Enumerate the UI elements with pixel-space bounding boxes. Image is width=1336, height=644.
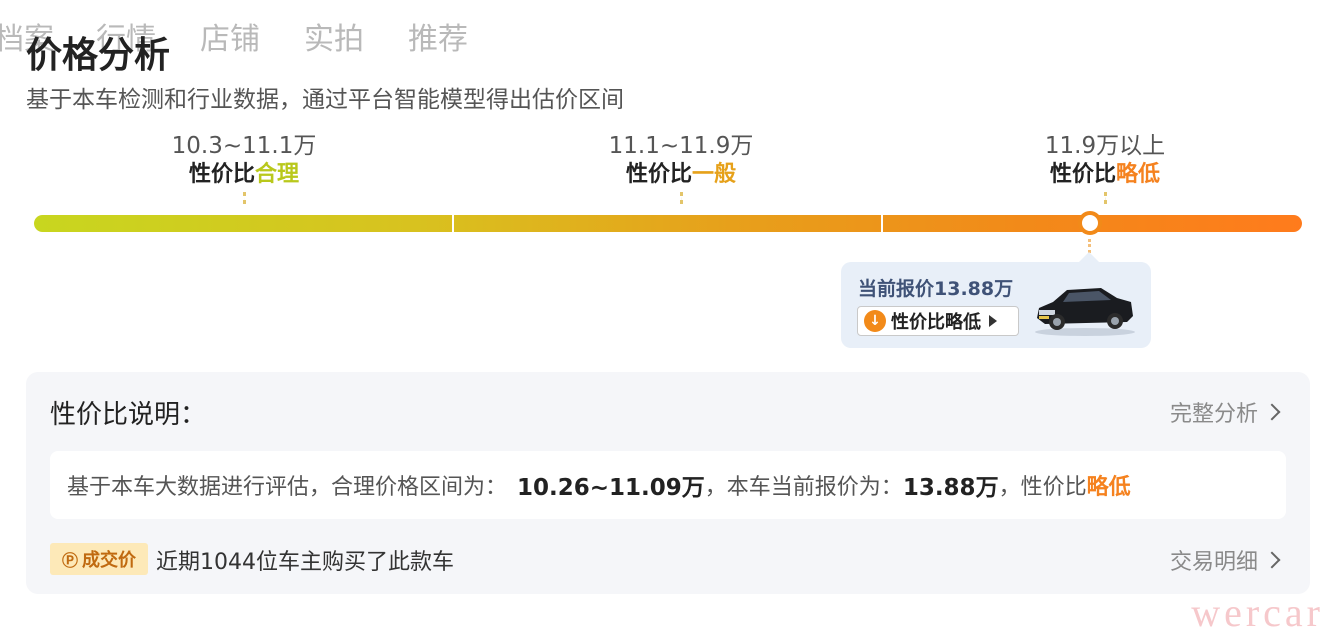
segment-tag-prefix: 性价比 — [625, 162, 692, 187]
chevron-right-icon — [1263, 551, 1281, 569]
segment-label-fair: 10.3~11.1万 性价比合理 — [94, 132, 394, 204]
segment-tag-value: 一般 — [692, 162, 737, 187]
segment-tag: 性价比略低 — [955, 160, 1255, 190]
page-subtitle: 基于本车检测和行业数据，通过平台智能模型得出估价区间 — [26, 87, 624, 113]
full-analysis-link[interactable]: 完整分析 — [1169, 396, 1281, 428]
transaction-details-label: 交易明细 — [1169, 550, 1258, 575]
deal-badge-icon: Ⓟ — [61, 551, 78, 570]
car-thumbnail — [1035, 288, 1135, 336]
chevron-right-icon — [1263, 403, 1281, 421]
tab-photos[interactable]: 实拍 — [304, 14, 364, 58]
segment-range: 10.3~11.1万 — [171, 133, 317, 159]
value-verdict: 略低 — [1086, 475, 1131, 500]
segment-range: 11.9万以上 — [1044, 133, 1166, 159]
evaluation-card: 基于本车大数据进行评估，合理价格区间为： 10.26~11.09万 ，本车当前报… — [50, 451, 1286, 519]
segment-label-low: 11.9万以上 性价比略低 — [955, 132, 1255, 204]
evaluation-prefix: 基于本车大数据进行评估，合理价格区间为： — [67, 475, 508, 500]
watermark: wercar — [1191, 590, 1324, 635]
value-explanation-panel: 性价比说明： 完整分析 基于本车大数据进行评估，合理价格区间为： 10.26~1… — [26, 372, 1310, 594]
transaction-details-link[interactable]: 交易明细 — [1169, 544, 1281, 576]
evaluation-suffix: ，性价比 — [998, 475, 1087, 500]
evaluation-mid: ，本车当前报价为： — [704, 475, 903, 500]
segment-tag-value: 合理 — [255, 162, 300, 187]
current-price-marker — [1078, 211, 1102, 235]
tab-recommend[interactable]: 推荐 — [408, 14, 468, 58]
segment-dots — [679, 192, 683, 204]
play-triangle-icon — [989, 315, 997, 327]
segment-tag-value: 略低 — [1116, 162, 1161, 187]
segment-dots — [1103, 192, 1107, 204]
panel-title: 性价比说明： — [50, 400, 207, 430]
tab-store[interactable]: 店铺 — [200, 14, 260, 58]
marker-stem — [1088, 239, 1091, 253]
arrow-down-icon: ↓ — [864, 310, 886, 332]
segment-tag: 性价比合理 — [94, 160, 394, 190]
current-price-text: 当前报价13.88万 — [858, 278, 1014, 300]
segment-tag-prefix: 性价比 — [1049, 162, 1116, 187]
segment-tag: 性价比一般 — [531, 160, 831, 190]
current-price-callout: 当前报价13.88万 ↓ 性价比略低 — [841, 252, 1151, 348]
segment-label-average: 11.1~11.9万 性价比一般 — [531, 132, 831, 204]
current-price-value: 13.88万 — [902, 475, 999, 501]
deal-badge-label: 成交价 — [82, 550, 136, 571]
fair-price-range: 10.26~11.09万 — [517, 475, 705, 501]
full-analysis-label: 完整分析 — [1169, 402, 1258, 427]
deal-count-text: 近期1044位车主购买了此款车 — [156, 550, 454, 575]
segment-divider — [452, 215, 454, 232]
segment-dots — [242, 192, 246, 204]
page-title: 价格分析 — [26, 35, 171, 76]
segment-divider — [881, 215, 883, 232]
deal-price-badge: Ⓟ 成交价 — [50, 543, 148, 575]
price-range-bar — [34, 215, 1302, 232]
value-rating-label: 性价比略低 — [891, 312, 981, 333]
segment-range: 11.1~11.9万 — [608, 133, 754, 159]
segment-tag-prefix: 性价比 — [188, 162, 255, 187]
value-rating-button[interactable]: ↓ 性价比略低 — [857, 306, 1019, 336]
